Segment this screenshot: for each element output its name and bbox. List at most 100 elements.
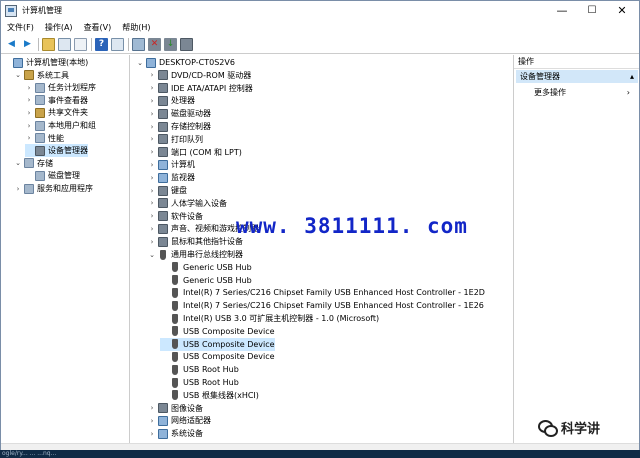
device_tree-item[interactable]: › 处理器	[148, 94, 195, 107]
left_tree-item[interactable]: › 共享文件夹	[25, 106, 88, 119]
device_tree-item[interactable]: Intel(R) USB 3.0 可扩展主机控制器 - 1.0 (Microso…	[160, 312, 379, 325]
view-icon[interactable]	[111, 37, 124, 51]
expand-arrow-icon[interactable]: ›	[148, 212, 156, 220]
left_tree-item[interactable]: 磁盘管理	[25, 169, 80, 182]
device_tree-item[interactable]: Generic USB Hub	[160, 261, 252, 274]
menu-file[interactable]: 文件(F)	[7, 22, 34, 33]
collapse-arrow-icon[interactable]: ⌄	[14, 159, 22, 167]
device_tree-item[interactable]: › 网络适配器	[148, 414, 211, 427]
device_tree-item[interactable]: Intel(R) 7 Series/C216 Chipset Family US…	[160, 286, 485, 299]
help-icon[interactable]: ?	[95, 37, 108, 51]
device_tree-item[interactable]: Generic USB Hub	[160, 274, 252, 287]
left_tree-item[interactable]: ⌄ 系统工具	[14, 69, 69, 82]
device_tree-label: IDE ATA/ATAPI 控制器	[171, 83, 253, 93]
show-tree-icon[interactable]	[58, 37, 71, 51]
computer-icon	[146, 57, 156, 68]
left_tree-item[interactable]: › 事件查看器	[25, 94, 88, 107]
update-driver-icon[interactable]	[180, 37, 193, 51]
device-icon	[35, 133, 45, 144]
device-icon	[24, 158, 34, 169]
expand-arrow-icon[interactable]: ›	[148, 225, 156, 233]
expand-arrow-icon[interactable]: ›	[148, 97, 156, 105]
expand-arrow-icon[interactable]: ›	[148, 148, 156, 156]
left_tree-label: 计算机管理(本地)	[26, 58, 89, 67]
menu-view[interactable]: 查看(V)	[84, 22, 112, 33]
expand-arrow-icon[interactable]: ›	[25, 109, 33, 117]
device_tree-item[interactable]: USB Composite Device	[160, 325, 275, 338]
expand-arrow-icon[interactable]: ›	[148, 110, 156, 118]
uninstall-device-icon[interactable]: ↓	[164, 37, 177, 51]
left_tree-item[interactable]: 计算机管理(本地)	[3, 56, 88, 69]
actions-section-device-manager[interactable]: 设备管理器 ▴	[516, 70, 638, 83]
device_tree-item[interactable]: › 端口 (COM 和 LPT)	[148, 146, 242, 159]
expand-arrow-icon[interactable]: ›	[148, 238, 156, 246]
device_tree-item[interactable]: Intel(R) 7 Series/C216 Chipset Family US…	[160, 299, 484, 312]
minimize-button[interactable]: —	[547, 1, 577, 20]
device_tree-item[interactable]: › 键盘	[148, 184, 187, 197]
device_tree-item[interactable]: ⌄ DESKTOP-CT0S2V6	[136, 56, 235, 69]
expand-arrow-icon[interactable]: ›	[148, 187, 156, 195]
expand-arrow-icon[interactable]: ›	[148, 404, 156, 412]
expand-arrow-icon[interactable]: ›	[25, 96, 33, 104]
properties-icon[interactable]	[74, 37, 87, 51]
menu-help[interactable]: 帮助(H)	[122, 22, 150, 33]
device_tree-item[interactable]: USB Composite Device	[160, 337, 275, 351]
device_tree-item[interactable]: › 计算机	[148, 158, 195, 171]
expand-arrow-icon[interactable]: ›	[148, 417, 156, 425]
expand-arrow-icon[interactable]: ›	[14, 185, 22, 193]
menu-action[interactable]: 操作(A)	[45, 22, 73, 33]
device_tree-label: 软件设备	[171, 211, 203, 221]
left_tree-label: 性能	[48, 133, 64, 143]
device_tree-item[interactable]: ⌄ 通用串行总线控制器	[148, 248, 243, 261]
forward-icon[interactable]: ▶	[21, 38, 34, 51]
device_tree-item[interactable]: › 人体学输入设备	[148, 197, 227, 210]
device_tree-label: 打印队列	[171, 134, 203, 144]
expand-arrow-icon[interactable]: ›	[25, 134, 33, 142]
device_tree-item[interactable]: › 打印队列	[148, 133, 203, 146]
watermark-text: www. 3811111. com	[236, 214, 468, 238]
disable-device-icon[interactable]: ✕	[148, 37, 161, 51]
left_tree-item[interactable]: › 服务和应用程序	[14, 182, 93, 195]
collapse-arrow-icon[interactable]: ⌄	[136, 59, 144, 67]
expand-arrow-icon[interactable]: ›	[148, 199, 156, 207]
expand-arrow-icon[interactable]: ›	[148, 161, 156, 169]
title-bar: 计算机管理 — ☐ ✕	[1, 1, 639, 20]
expand-arrow-icon[interactable]: ›	[148, 430, 156, 438]
expand-arrow-icon[interactable]: ›	[148, 174, 156, 182]
device_tree-item[interactable]: › IDE ATA/ATAPI 控制器	[148, 82, 253, 95]
device_tree-item[interactable]: › 鼠标和其他指针设备	[148, 235, 243, 248]
left_tree-item[interactable]: › 任务计划程序	[25, 81, 96, 94]
expand-arrow-icon[interactable]: ›	[148, 84, 156, 92]
device_tree-item[interactable]: USB Composite Device	[160, 350, 275, 363]
device_tree-item[interactable]: › DVD/CD-ROM 驱动器	[148, 69, 251, 82]
expand-arrow-icon[interactable]: ›	[25, 122, 33, 130]
device_tree-item[interactable]: › 软件设备	[148, 210, 203, 223]
up-folder-icon[interactable]	[42, 37, 55, 51]
left_tree-item[interactable]: › 性能	[25, 132, 64, 145]
close-button[interactable]: ✕	[607, 1, 637, 20]
maximize-button[interactable]: ☐	[577, 1, 607, 20]
expand-arrow-icon[interactable]: ›	[25, 84, 33, 92]
back-icon[interactable]: ◀	[5, 38, 18, 51]
more-actions-item[interactable]: 更多操作 ›	[534, 86, 634, 99]
device-icon	[158, 198, 168, 209]
device_tree-item[interactable]: › 图像设备	[148, 402, 203, 415]
device_tree-item[interactable]: › 存储控制器	[148, 120, 211, 133]
left_tree-item[interactable]: ⌄ 存储	[14, 157, 53, 170]
device_tree-item[interactable]: › 系统设备	[148, 427, 203, 440]
device_tree-item[interactable]: USB 根集线器(xHCI)	[160, 389, 259, 402]
device_tree-label: 通用串行总线控制器	[171, 250, 243, 259]
device_tree-item[interactable]: › 磁盘驱动器	[148, 107, 211, 120]
collapse-arrow-icon[interactable]: ▴	[630, 72, 634, 81]
scan-hardware-icon[interactable]	[132, 37, 145, 51]
expand-arrow-icon[interactable]: ›	[148, 135, 156, 143]
expand-arrow-icon[interactable]: ›	[148, 71, 156, 79]
device_tree-item[interactable]: USB Root Hub	[160, 363, 239, 376]
collapse-arrow-icon[interactable]: ⌄	[148, 251, 156, 259]
collapse-arrow-icon[interactable]: ⌄	[14, 71, 22, 79]
left_tree-item[interactable]: 设备管理器	[25, 144, 88, 158]
device_tree-item[interactable]: › 监视器	[148, 171, 195, 184]
left_tree-item[interactable]: › 本地用户和组	[25, 119, 96, 132]
device_tree-item[interactable]: USB Root Hub	[160, 376, 239, 389]
expand-arrow-icon[interactable]: ›	[148, 123, 156, 131]
